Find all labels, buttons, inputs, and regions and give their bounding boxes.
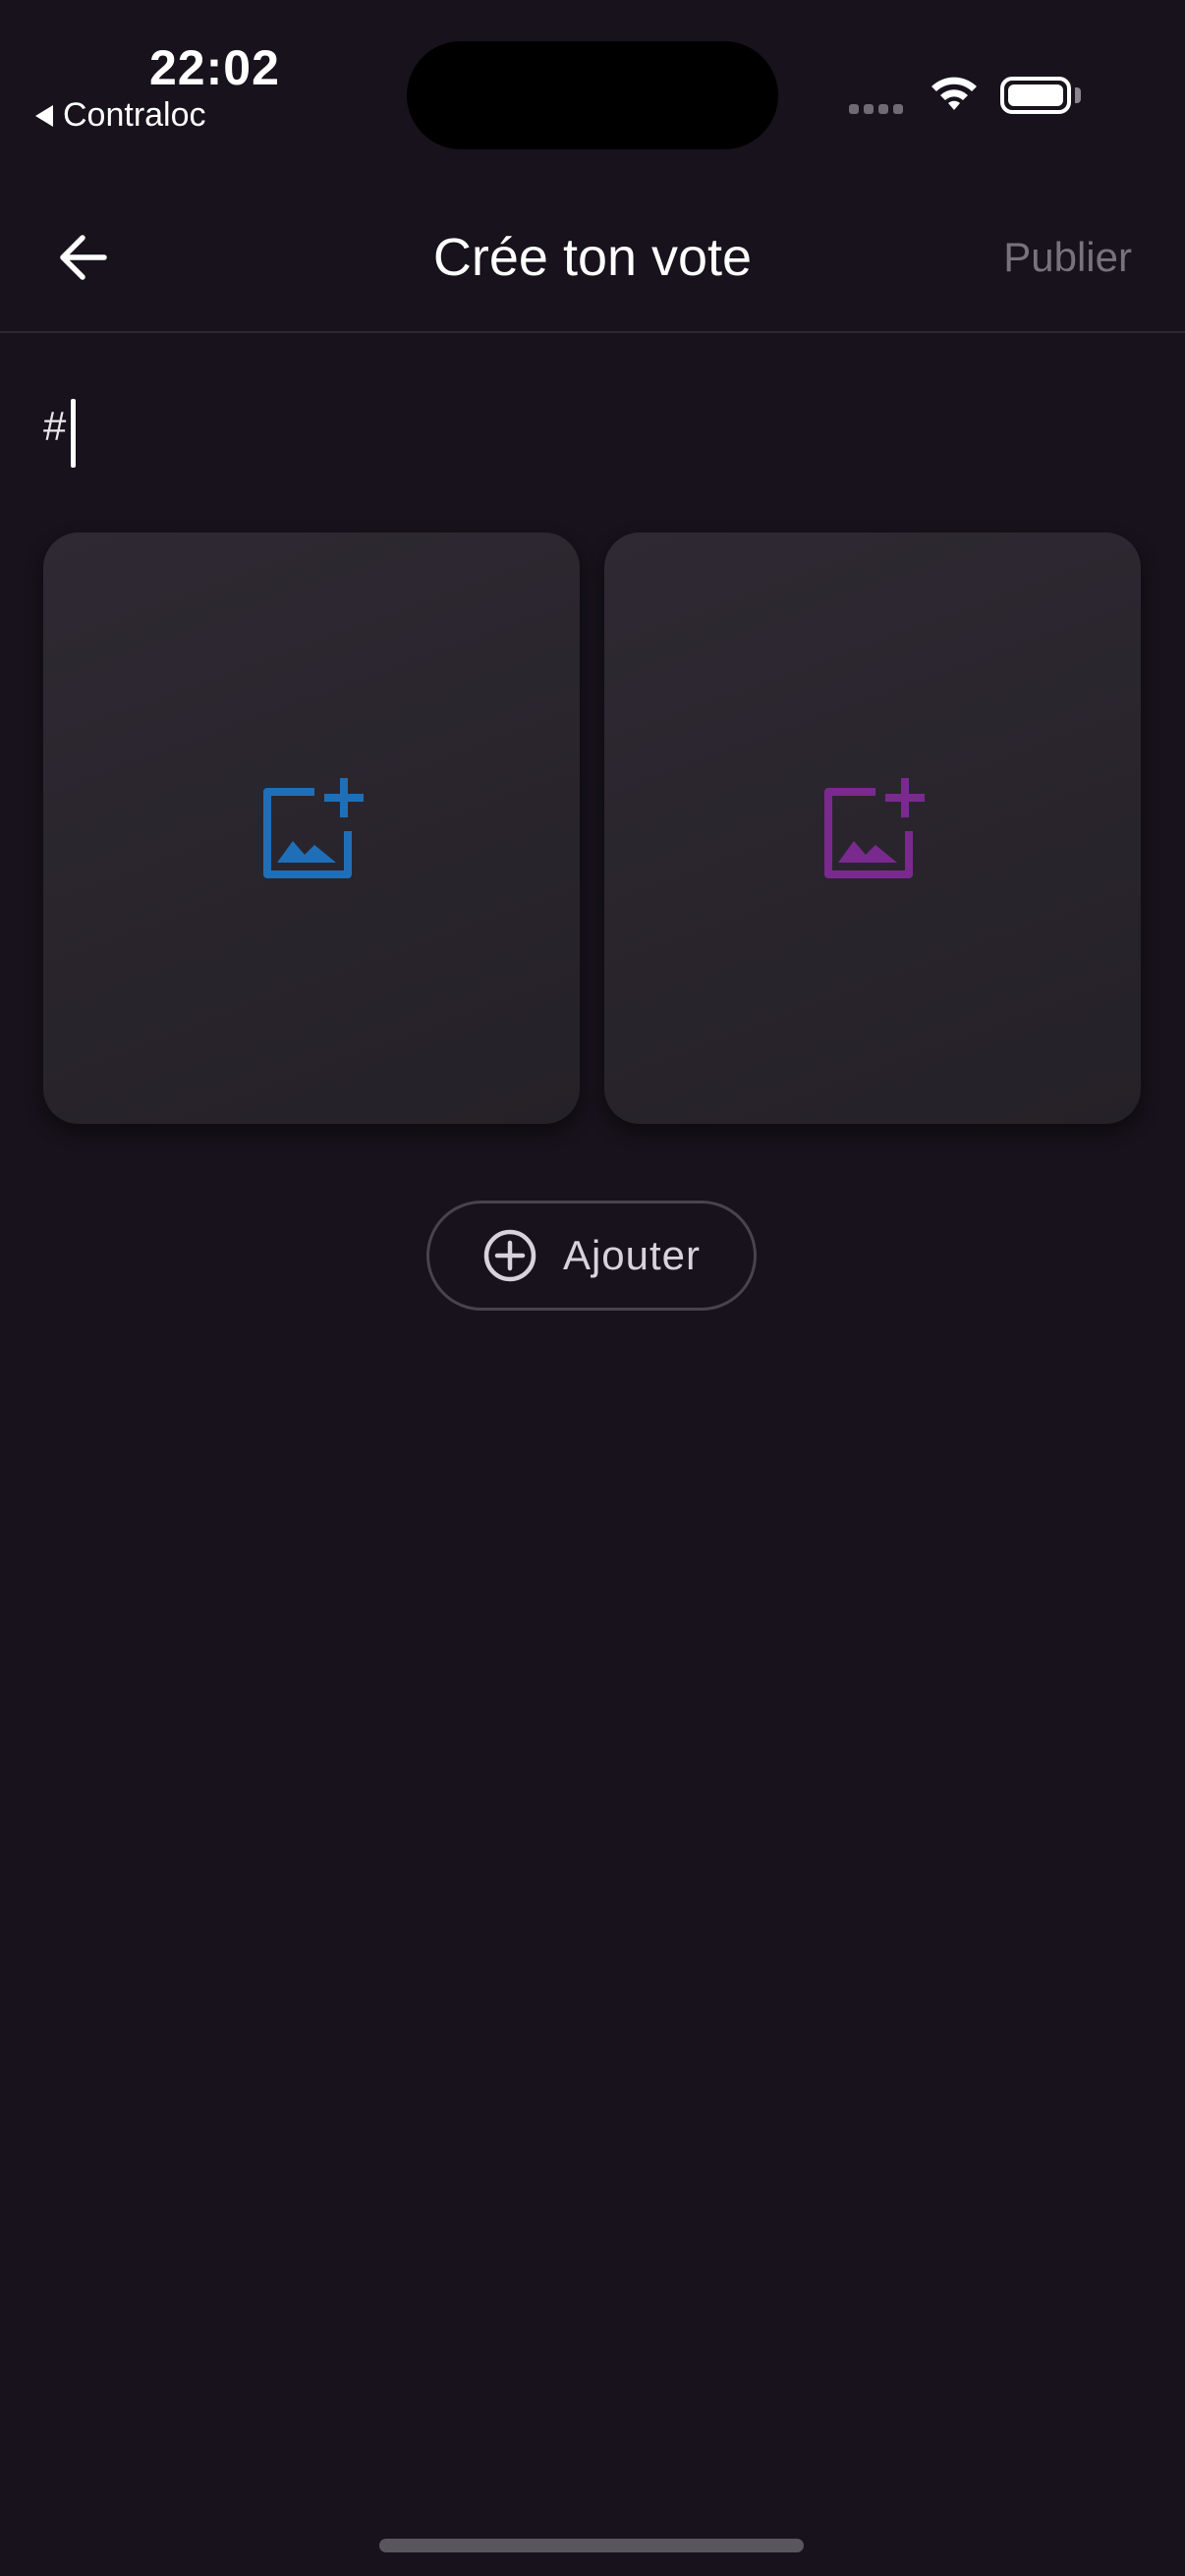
add-option-button[interactable]: Ajouter <box>426 1201 757 1311</box>
dynamic-island <box>407 41 778 149</box>
add-photo-icon <box>824 778 925 878</box>
hashtag-input[interactable]: # <box>43 403 66 450</box>
back-triangle-icon <box>35 104 53 127</box>
option-image-card-2[interactable] <box>604 532 1141 1124</box>
text-caret <box>71 399 76 468</box>
battery-icon <box>1000 77 1071 114</box>
signal-icon <box>849 104 903 114</box>
app-bar-divider <box>0 331 1185 333</box>
status-time: 22:02 <box>149 40 280 95</box>
home-indicator[interactable] <box>379 2539 804 2552</box>
back-app-label: Contraloc <box>63 96 206 134</box>
publish-button[interactable]: Publier <box>1003 222 1132 293</box>
wifi-icon <box>928 75 981 119</box>
option-image-card-1[interactable] <box>43 532 580 1124</box>
back-to-app-link[interactable]: Contraloc <box>35 96 206 135</box>
plus-circle-icon <box>483 1229 536 1282</box>
add-photo-icon <box>263 778 364 878</box>
battery-tip <box>1075 87 1081 103</box>
add-option-label: Ajouter <box>562 1232 702 1278</box>
